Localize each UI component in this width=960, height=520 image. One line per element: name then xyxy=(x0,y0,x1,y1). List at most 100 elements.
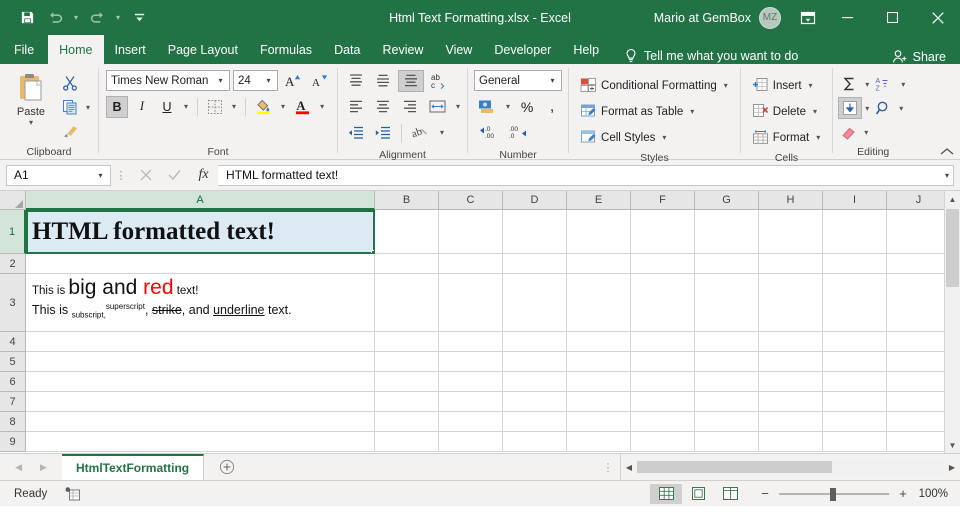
format-as-table-button[interactable]: Format as Table ▾ xyxy=(580,99,731,124)
vertical-scroll-thumb[interactable] xyxy=(946,209,959,287)
scroll-down-button[interactable]: ▼ xyxy=(945,437,960,453)
insert-function-button[interactable]: fx xyxy=(189,164,218,186)
cell-e3[interactable] xyxy=(567,274,631,332)
cell-b7[interactable] xyxy=(375,392,439,412)
cell-j1[interactable] xyxy=(887,210,951,254)
cell-d9[interactable] xyxy=(503,432,567,452)
horizontal-scroll-track[interactable] xyxy=(637,460,944,474)
cell-i2[interactable] xyxy=(823,254,887,274)
cell-c7[interactable] xyxy=(439,392,503,412)
tab-data[interactable]: Data xyxy=(323,35,371,64)
save-icon[interactable] xyxy=(14,5,40,31)
fill-color-button[interactable] xyxy=(252,96,275,118)
cell-c6[interactable] xyxy=(439,372,503,392)
minimize-button[interactable] xyxy=(825,0,870,35)
customize-quick-access-toolbar-icon[interactable] xyxy=(126,5,152,31)
formula-input[interactable]: HTML formatted text! ▾ xyxy=(218,165,954,186)
page-layout-view-button[interactable] xyxy=(682,484,714,504)
row-header-1[interactable]: 1 xyxy=(0,210,26,254)
tab-help[interactable]: Help xyxy=(562,35,610,64)
cell-i5[interactable] xyxy=(823,352,887,372)
fill-handle[interactable] xyxy=(371,250,375,254)
cell-g1[interactable] xyxy=(695,210,759,254)
row-header-2[interactable]: 2 xyxy=(0,254,26,274)
cell-e6[interactable] xyxy=(567,372,631,392)
cell-h1[interactable] xyxy=(759,210,823,254)
tab-home[interactable]: Home xyxy=(48,35,103,64)
record-macro-icon[interactable] xyxy=(65,487,81,501)
cell-i7[interactable] xyxy=(823,392,887,412)
select-all-button[interactable] xyxy=(0,191,26,210)
column-header-b[interactable]: B xyxy=(375,191,439,210)
cell-h4[interactable] xyxy=(759,332,823,352)
tell-me-box[interactable]: Tell me what you want to do xyxy=(624,48,798,64)
scroll-left-button[interactable]: ◀ xyxy=(621,463,637,472)
accounting-format-button[interactable] xyxy=(474,96,500,118)
redo-icon[interactable] xyxy=(84,5,110,31)
cell-a7[interactable] xyxy=(26,392,375,412)
delete-cells-button[interactable]: Delete ▾ xyxy=(752,99,823,124)
cell-j2[interactable] xyxy=(887,254,951,274)
sort-and-filter-dropdown-icon[interactable]: ▾ xyxy=(898,80,908,89)
format-cells-button[interactable]: Format ▾ xyxy=(752,125,823,150)
comma-style-button[interactable]: , xyxy=(541,96,563,118)
cell-g8[interactable] xyxy=(695,412,759,432)
cell-styles-dropdown-icon[interactable]: ▾ xyxy=(659,133,669,142)
cell-h2[interactable] xyxy=(759,254,823,274)
decrease-decimal-button[interactable]: .00.0 xyxy=(505,122,533,144)
cell-h5[interactable] xyxy=(759,352,823,372)
cell-a8[interactable] xyxy=(26,412,375,432)
cell-a4[interactable] xyxy=(26,332,375,352)
cell-b5[interactable] xyxy=(375,352,439,372)
tab-formulas[interactable]: Formulas xyxy=(249,35,323,64)
cell-e9[interactable] xyxy=(567,432,631,452)
orientation-button[interactable]: abc xyxy=(427,70,453,92)
font-name-combo[interactable]: Times New Roman ▾ xyxy=(106,70,230,91)
row-header-9[interactable]: 9 xyxy=(0,432,26,452)
insert-cells-dropdown-icon[interactable]: ▾ xyxy=(806,81,816,90)
cell-f1[interactable] xyxy=(631,210,695,254)
column-header-c[interactable]: C xyxy=(439,191,503,210)
page-break-preview-button[interactable] xyxy=(714,484,746,504)
format-cells-dropdown-icon[interactable]: ▾ xyxy=(813,133,823,142)
column-header-f[interactable]: F xyxy=(631,191,695,210)
scroll-right-button[interactable]: ▶ xyxy=(944,463,960,472)
conditional-formatting-dropdown-icon[interactable]: ▾ xyxy=(721,81,731,90)
align-bottom-button[interactable] xyxy=(398,70,424,92)
cell-f5[interactable] xyxy=(631,352,695,372)
account-name[interactable]: Mario at GemBox xyxy=(654,11,751,25)
cell-a6[interactable] xyxy=(26,372,375,392)
cell-g5[interactable] xyxy=(695,352,759,372)
scroll-up-button[interactable]: ▲ xyxy=(945,191,960,207)
redo-dropdown-icon[interactable]: ▾ xyxy=(112,5,124,31)
cell-e8[interactable] xyxy=(567,412,631,432)
cell-f6[interactable] xyxy=(631,372,695,392)
cell-b4[interactable] xyxy=(375,332,439,352)
delete-cells-dropdown-icon[interactable]: ▾ xyxy=(810,107,820,116)
zoom-in-button[interactable]: + xyxy=(896,486,910,501)
bold-button[interactable]: B xyxy=(106,96,128,118)
cell-f9[interactable] xyxy=(631,432,695,452)
cell-h7[interactable] xyxy=(759,392,823,412)
cell-d5[interactable] xyxy=(503,352,567,372)
cell-i9[interactable] xyxy=(823,432,887,452)
autosum-dropdown-icon[interactable]: ▾ xyxy=(862,80,872,89)
percent-style-button[interactable]: % xyxy=(516,96,538,118)
cell-i1[interactable] xyxy=(823,210,887,254)
cell-j8[interactable] xyxy=(887,412,951,432)
increase-decimal-button[interactable]: .0.00 xyxy=(474,122,502,144)
cell-b1[interactable] xyxy=(375,210,439,254)
cell-a5[interactable] xyxy=(26,352,375,372)
cell-a1[interactable]: HTML formatted text! xyxy=(26,210,375,254)
cell-a3[interactable]: This is big and red text! This is subscr… xyxy=(26,274,375,332)
zoom-level-label[interactable]: 100% xyxy=(910,488,954,500)
increase-font-size-button[interactable]: A xyxy=(281,70,305,92)
fill-dropdown-icon[interactable]: ▾ xyxy=(862,104,872,113)
cell-j7[interactable] xyxy=(887,392,951,412)
autosum-button[interactable] xyxy=(838,73,862,95)
cell-g6[interactable] xyxy=(695,372,759,392)
expand-formula-bar-icon[interactable]: ▾ xyxy=(945,171,949,180)
cell-g2[interactable] xyxy=(695,254,759,274)
vertical-scrollbar[interactable]: ▲ ▼ xyxy=(944,191,960,453)
cell-a2[interactable] xyxy=(26,254,375,274)
